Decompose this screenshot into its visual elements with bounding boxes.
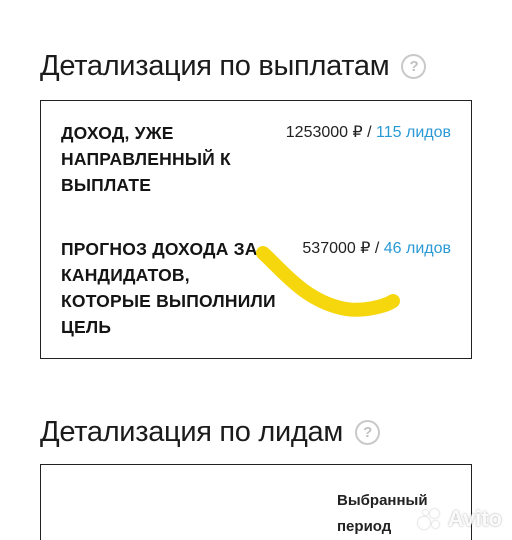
payout-row-label: ДОХОД, УЖЕ НАПРАВЛЕННЫЙ К ВЫПЛАТЕ bbox=[61, 123, 231, 195]
value-separator: / bbox=[370, 240, 384, 257]
leads-title-text: Детализация по лидам bbox=[40, 416, 344, 448]
leads-count-link[interactable]: 115 лидов bbox=[376, 124, 451, 141]
forecast-row-label: ПРОГНОЗ ДОХОДА ЗА КАНДИДАТОВ, КОТОРЫЕ ВЫ… bbox=[61, 239, 276, 337]
avito-logo-icon bbox=[417, 507, 442, 531]
payout-amount: 1253000 ₽ bbox=[285, 124, 363, 141]
forecast-amount: 537000 ₽ bbox=[302, 240, 371, 257]
avito-watermark: Avito bbox=[417, 506, 502, 532]
forecast-row-value: 537000 ₽ / 46 лидов bbox=[302, 236, 451, 262]
payouts-card: ДОХОД, УЖЕ НАПРАВЛЕННЫЙ К ВЫПЛАТЕ 125300… bbox=[40, 100, 472, 359]
forecast-leads-link[interactable]: 46 лидов bbox=[384, 240, 451, 257]
payouts-title-text: Детализация по выплатам bbox=[40, 50, 390, 82]
watermark-text: Avito bbox=[447, 506, 502, 531]
leads-card: Выбранный период bbox=[40, 464, 472, 540]
payout-row-value: 1253000 ₽ / 115 лидов bbox=[286, 120, 451, 146]
payouts-section-title: Детализация по выплатам ? bbox=[40, 50, 427, 83]
value-separator: / bbox=[362, 124, 377, 141]
leads-section-title: Детализация по лидам ? bbox=[40, 416, 381, 449]
help-icon[interactable]: ? bbox=[355, 420, 381, 445]
help-icon[interactable]: ? bbox=[401, 54, 427, 79]
